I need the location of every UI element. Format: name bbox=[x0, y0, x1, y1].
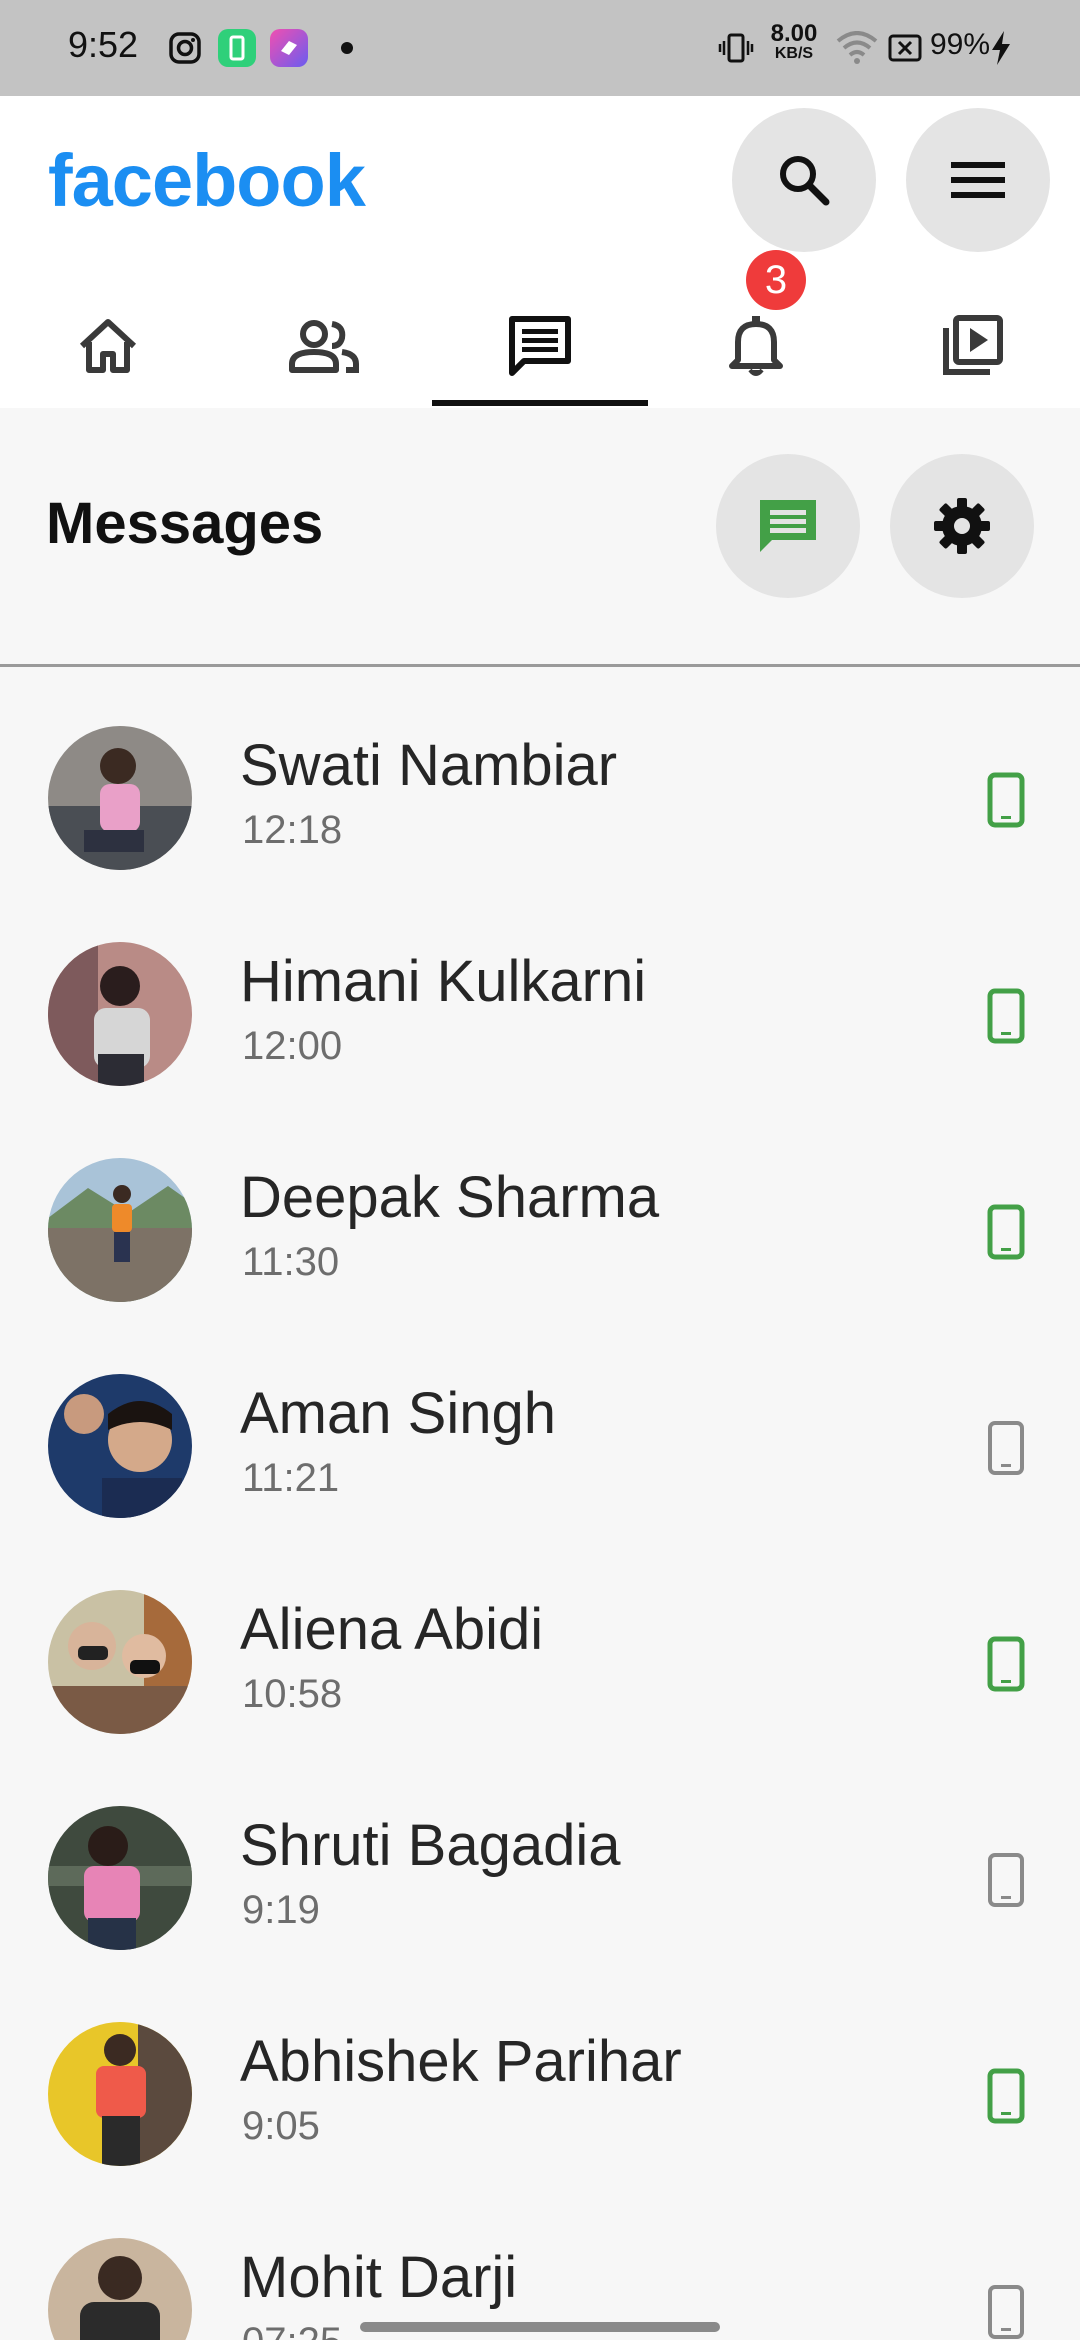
avatar[interactable] bbox=[48, 942, 192, 1086]
conversation-row[interactable]: Mohit Darji 07:25 bbox=[0, 2180, 1080, 2340]
contact-name: Mohit Darji bbox=[240, 2245, 518, 2310]
message-time: 11:21 bbox=[242, 1456, 340, 1500]
contact-name: Abhishek Parihar bbox=[240, 2029, 682, 2094]
no-sim-icon bbox=[888, 26, 922, 70]
mobile-online-icon bbox=[987, 1204, 1025, 1260]
avatar[interactable] bbox=[48, 2022, 192, 2166]
mobile-online-icon bbox=[987, 772, 1025, 828]
page-title: Messages bbox=[46, 491, 324, 556]
message-time: 9:05 bbox=[242, 2104, 320, 2148]
video-icon bbox=[943, 315, 1003, 375]
message-time: 12:00 bbox=[242, 1024, 343, 1068]
active-tab-indicator bbox=[432, 400, 648, 406]
status-bar: 9:52 8.00 KB/S 99% bbox=[0, 0, 1080, 96]
new-message-button[interactable] bbox=[716, 454, 860, 598]
notification-badge: 3 bbox=[746, 250, 806, 310]
messages-header: Messages bbox=[0, 408, 1080, 666]
mobile-offline-icon bbox=[988, 1853, 1024, 1907]
avatar[interactable] bbox=[48, 2238, 192, 2340]
gesture-bar[interactable] bbox=[360, 2322, 720, 2332]
conversation-row[interactable]: Abhishek Parihar 9:05 bbox=[0, 1964, 1080, 2180]
divider bbox=[0, 664, 1080, 667]
tab-home[interactable] bbox=[0, 286, 216, 406]
gear-icon bbox=[934, 498, 990, 554]
tab-notifications[interactable] bbox=[648, 286, 864, 406]
battery-percent: 99% bbox=[930, 28, 991, 61]
contact-name: Aliena Abidi bbox=[240, 1597, 544, 1662]
messages-icon bbox=[509, 316, 571, 376]
status-time: 9:52 bbox=[68, 24, 139, 65]
tab-friends[interactable] bbox=[216, 286, 432, 406]
mobile-offline-icon bbox=[988, 2285, 1024, 2339]
instagram-icon bbox=[168, 26, 202, 70]
contact-name: Deepak Sharma bbox=[240, 1165, 660, 1230]
conversation-row[interactable]: Aman Singh 11:21 bbox=[0, 1316, 1080, 1532]
vibrate-icon bbox=[718, 26, 754, 70]
contact-name: Swati Nambiar bbox=[240, 733, 618, 798]
tab-messages[interactable] bbox=[432, 286, 648, 406]
avatar[interactable] bbox=[48, 1374, 192, 1518]
chat-icon bbox=[760, 500, 816, 552]
message-time: 9:19 bbox=[242, 1888, 320, 1932]
mobile-online-icon bbox=[987, 988, 1025, 1044]
notification-dot-icon bbox=[340, 26, 354, 70]
tab-video[interactable] bbox=[864, 286, 1080, 406]
battery-saver-app-icon bbox=[218, 26, 256, 70]
home-icon bbox=[79, 319, 137, 373]
menu-button[interactable] bbox=[906, 108, 1050, 252]
message-time: 11:30 bbox=[242, 1240, 340, 1284]
mobile-offline-icon bbox=[988, 1421, 1024, 1475]
avatar[interactable] bbox=[48, 726, 192, 870]
avatar[interactable] bbox=[48, 1158, 192, 1302]
facebook-logo[interactable]: facebook bbox=[48, 138, 366, 223]
search-button[interactable] bbox=[732, 108, 876, 252]
contact-name: Himani Kulkarni bbox=[240, 949, 647, 1014]
message-time: 10:58 bbox=[242, 1672, 343, 1716]
search-icon bbox=[780, 156, 830, 206]
notifications-icon bbox=[729, 316, 783, 376]
message-time: 12:18 bbox=[242, 808, 343, 852]
conversation-row[interactable]: Aliena Abidi 10:58 bbox=[0, 1532, 1080, 1748]
friends-icon bbox=[289, 320, 359, 373]
shortcut-app-icon bbox=[270, 26, 308, 70]
settings-button[interactable] bbox=[890, 454, 1034, 598]
conversation-row[interactable]: Shruti Bagadia 9:19 bbox=[0, 1748, 1080, 1964]
conversation-row[interactable]: Swati Nambiar 12:18 bbox=[0, 668, 1080, 884]
mobile-online-icon bbox=[987, 1636, 1025, 1692]
avatar[interactable] bbox=[48, 1806, 192, 1950]
hamburger-menu-icon bbox=[951, 162, 1005, 198]
mobile-online-icon bbox=[987, 2068, 1025, 2124]
network-speed: 8.00 KB/S bbox=[770, 20, 818, 62]
contact-name: Aman Singh bbox=[240, 1381, 556, 1446]
contact-name: Shruti Bagadia bbox=[240, 1813, 621, 1878]
conversation-row[interactable]: Deepak Sharma 11:30 bbox=[0, 1100, 1080, 1316]
message-time: 07:25 bbox=[242, 2320, 342, 2340]
app-header: facebook 3 bbox=[0, 96, 1080, 408]
conversation-row[interactable]: Himani Kulkarni 12:00 bbox=[0, 884, 1080, 1100]
wifi-icon bbox=[836, 26, 878, 70]
charging-icon bbox=[990, 26, 1012, 70]
avatar[interactable] bbox=[48, 1590, 192, 1734]
